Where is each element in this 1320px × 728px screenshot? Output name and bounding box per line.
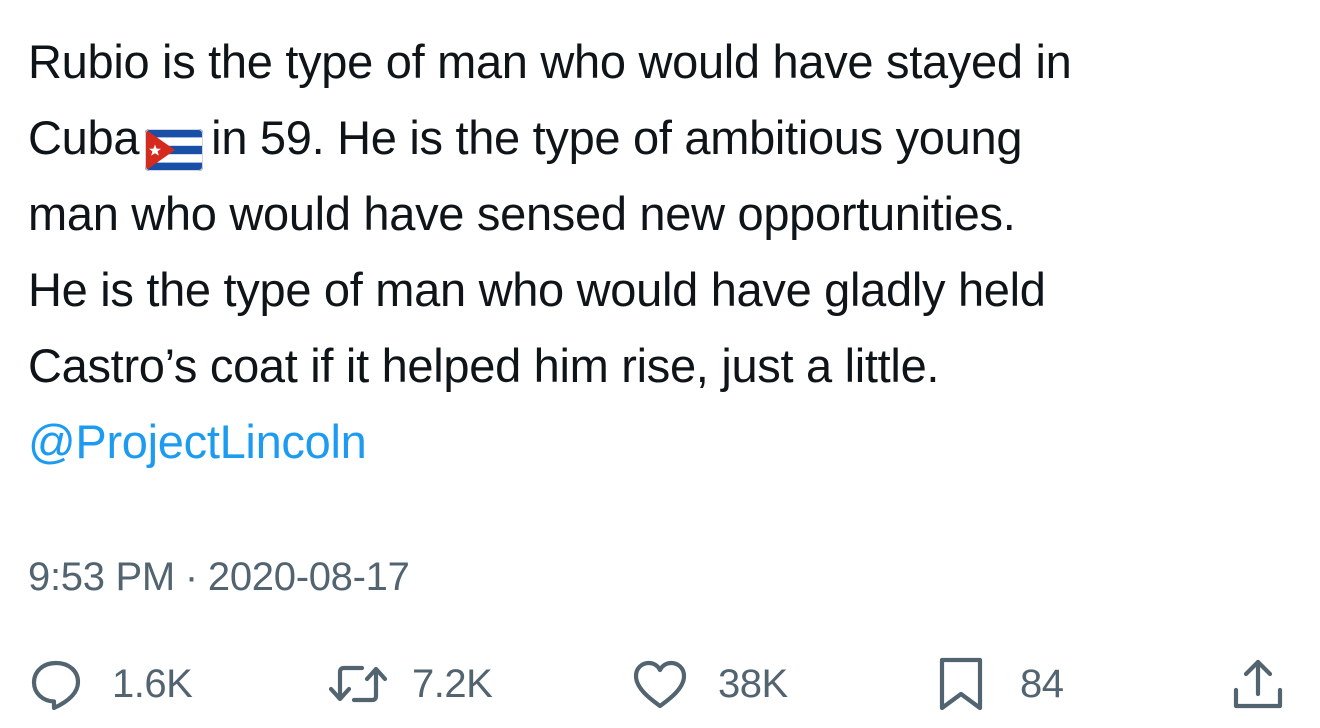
reply-button[interactable]: 1.6K xyxy=(28,648,193,720)
retweet-count: 7.2K xyxy=(412,662,493,706)
tweet-date: 2020-08-17 xyxy=(207,555,410,599)
retweet-icon xyxy=(326,656,390,712)
bookmark-icon xyxy=(936,654,986,714)
timestamp-separator: · xyxy=(184,555,198,599)
tweet-line-2: Cuba in 59. He is the type of ambitious … xyxy=(28,100,1308,176)
reply-count: 1.6K xyxy=(112,662,193,706)
tweet-line-5: Castro’s coat if it helped him rise, jus… xyxy=(28,339,940,392)
tweet-line-1: Rubio is the type of man who would have … xyxy=(28,35,1072,88)
like-button[interactable]: 38K xyxy=(630,648,788,720)
heart-icon xyxy=(630,656,690,712)
bookmark-count: 84 xyxy=(1020,662,1064,706)
tweet-time: 9:53 PM xyxy=(28,555,175,599)
mention-link-projectlincoln[interactable]: @ProjectLincoln xyxy=(28,404,1308,480)
like-count: 38K xyxy=(718,662,788,706)
cuba-flag-icon xyxy=(145,117,204,171)
tweet-timestamp[interactable]: 9:53 PM · 2020-08-17 xyxy=(28,552,410,602)
bookmark-button[interactable]: 84 xyxy=(936,648,1064,720)
tweet-line-4: He is the type of man who would have gla… xyxy=(28,263,1046,316)
tweet-line-3: man who would have sensed new opportunit… xyxy=(28,187,1016,240)
tweet-line-2-start: Cuba xyxy=(28,111,140,164)
tweet-text: Rubio is the type of man who would have … xyxy=(28,24,1308,480)
retweet-button[interactable]: 7.2K xyxy=(326,648,493,720)
reply-bubble-icon xyxy=(28,656,84,712)
share-upload-icon xyxy=(1230,654,1286,714)
tweet-action-bar: 1.6K 7.2K 38K 84 xyxy=(0,648,1320,720)
tweet-line-2-end: in 59. He is the type of ambitious young xyxy=(211,111,1023,164)
share-button[interactable] xyxy=(1230,648,1286,720)
